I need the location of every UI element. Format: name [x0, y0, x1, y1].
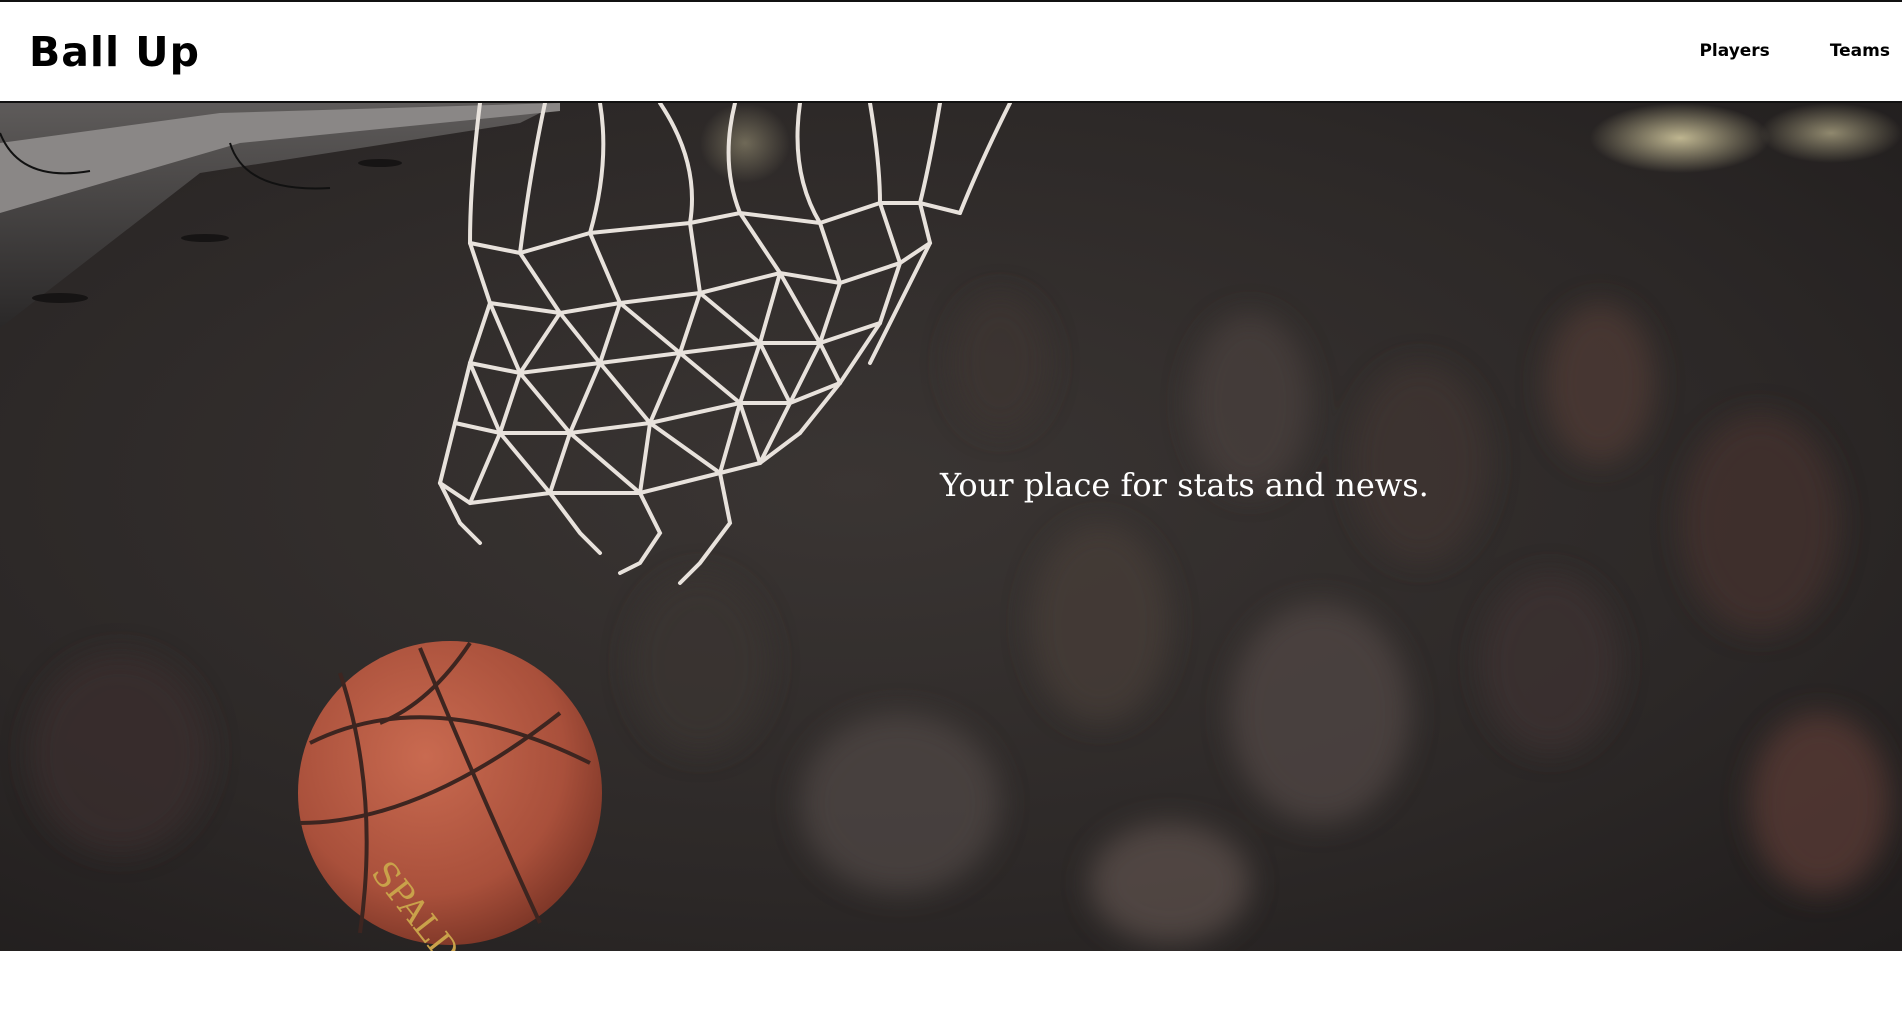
arena-light	[1590, 103, 1770, 173]
arena-light	[700, 103, 790, 183]
arena-light	[1760, 103, 1902, 163]
hero-banner: SPALDING Your place for stats and news.	[0, 103, 1902, 951]
site-header: Ball Up Players Teams	[0, 0, 1902, 103]
nav-link-players[interactable]: Players	[1699, 38, 1769, 64]
page: Ball Up Players Teams Your place for sta…	[0, 0, 1902, 1022]
hero-tagline: Your place for stats and news.	[940, 466, 1429, 504]
main-nav: Players Teams	[1699, 38, 1890, 64]
basketball-hoop-photo: SPALDING	[0, 103, 1902, 951]
brand-logo[interactable]: Ball Up	[29, 26, 200, 78]
nav-link-teams[interactable]: Teams	[1830, 38, 1890, 64]
